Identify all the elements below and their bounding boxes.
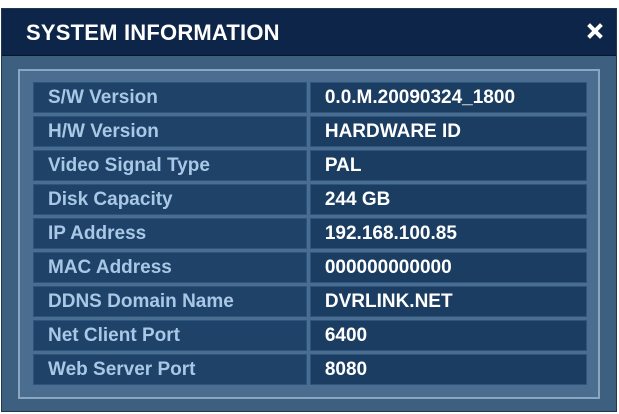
dialog-title: SYSTEM INFORMATION <box>26 20 280 45</box>
row-label-ddns-domain-name: DDNS Domain Name <box>33 286 307 317</box>
table-row: Web Server Port 8080 <box>33 354 587 385</box>
table-row: Disk Capacity 244 GB <box>33 184 587 215</box>
row-label-ip-address: IP Address <box>33 218 307 249</box>
table-row: Net Client Port 6400 <box>33 320 587 351</box>
table-row: S/W Version 0.0.M.20090324_1800 <box>33 82 587 113</box>
row-label-video-signal-type: Video Signal Type <box>33 150 307 181</box>
table-row: MAC Address 000000000000 <box>33 252 587 283</box>
table-row: H/W Version HARDWARE ID <box>33 116 587 147</box>
row-label-sw-version: S/W Version <box>33 82 307 113</box>
row-value-hw-version: HARDWARE ID <box>309 116 587 147</box>
row-value-ddns-domain-name: DVRLINK.NET <box>309 286 587 317</box>
row-label-mac-address: MAC Address <box>33 252 307 283</box>
info-panel: S/W Version 0.0.M.20090324_1800 H/W Vers… <box>18 69 600 399</box>
info-table: S/W Version 0.0.M.20090324_1800 H/W Vers… <box>30 79 590 388</box>
table-row: IP Address 192.168.100.85 <box>33 218 587 249</box>
close-icon[interactable] <box>582 18 608 44</box>
row-value-mac-address: 000000000000 <box>309 252 587 283</box>
dialog-titlebar: SYSTEM INFORMATION <box>2 9 616 56</box>
row-label-web-server-port: Web Server Port <box>33 354 307 385</box>
row-value-web-server-port: 8080 <box>309 354 587 385</box>
row-value-sw-version: 0.0.M.20090324_1800 <box>309 82 587 113</box>
row-value-video-signal-type: PAL <box>309 150 587 181</box>
table-row: Video Signal Type PAL <box>33 150 587 181</box>
row-label-net-client-port: Net Client Port <box>33 320 307 351</box>
row-value-ip-address: 192.168.100.85 <box>309 218 587 249</box>
row-label-hw-version: H/W Version <box>33 116 307 147</box>
row-label-disk-capacity: Disk Capacity <box>33 184 307 215</box>
table-row: DDNS Domain Name DVRLINK.NET <box>33 286 587 317</box>
system-information-dialog: SYSTEM INFORMATION S/W Version 0.0.M.200… <box>1 8 617 412</box>
row-value-net-client-port: 6400 <box>309 320 587 351</box>
row-value-disk-capacity: 244 GB <box>309 184 587 215</box>
